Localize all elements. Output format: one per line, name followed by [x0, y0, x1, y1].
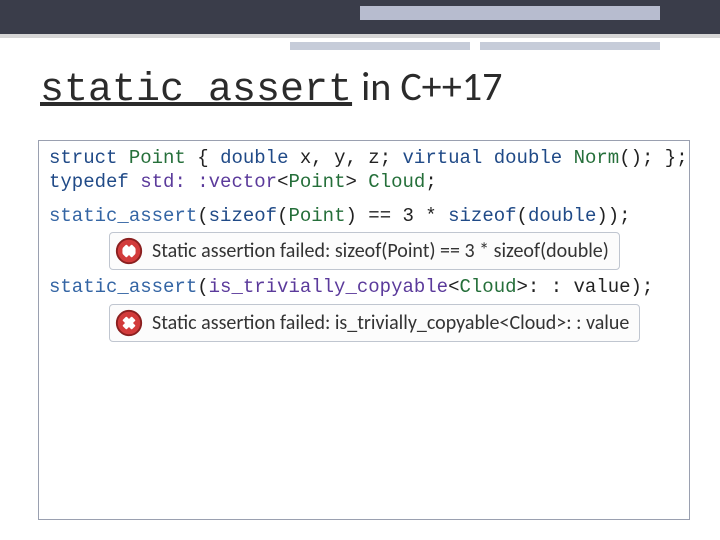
- accent-bar-2: [290, 42, 470, 50]
- error-text-1: Static assertion failed: sizeof(Point) =…: [152, 239, 609, 264]
- error-text-2: Static assertion failed: is_trivially_co…: [152, 311, 629, 336]
- code-box: struct Point { double x, y, z; virtual d…: [38, 140, 690, 520]
- code-line-2: typedef std: :vector<Point> Cloud;: [49, 171, 679, 195]
- code-line-3: static_assert(sizeof(Point) == 3 * sizeo…: [49, 205, 679, 229]
- title-rest: in C++17: [361, 62, 502, 111]
- top-border: [0, 34, 720, 38]
- error-icon: [114, 308, 144, 338]
- code-line-1: struct Point { double x, y, z; virtual d…: [49, 147, 679, 171]
- slide-title: static_assert in C++17: [40, 62, 502, 113]
- title-keyword: static_assert: [40, 68, 352, 113]
- accent-bar-1: [480, 42, 660, 50]
- accent-top: [360, 6, 660, 20]
- error-callout-2: Static assertion failed: is_trivially_co…: [109, 304, 640, 342]
- error-icon: [114, 236, 144, 266]
- error-callout-1: Static assertion failed: sizeof(Point) =…: [109, 232, 620, 270]
- code-line-4: static_assert(is_trivially_copyable<Clou…: [49, 276, 679, 300]
